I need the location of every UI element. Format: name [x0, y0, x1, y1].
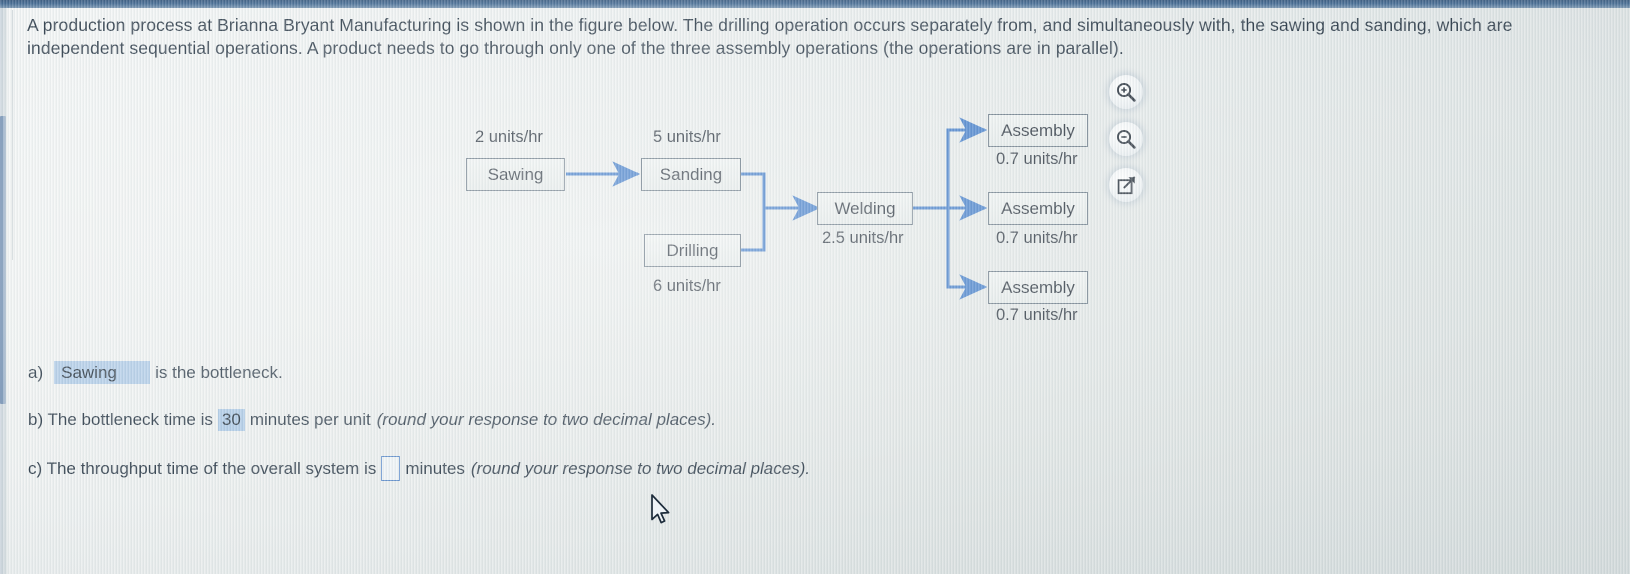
answer-line-b: b) The bottleneck time is 30 minutes per… — [28, 409, 716, 431]
process-box-assembly-2: Assembly — [988, 192, 1088, 225]
answer-a-suffix: is the bottleneck. — [155, 362, 283, 382]
rate-label-assembly-1: 0.7 units/hr — [996, 150, 1078, 168]
popout-button[interactable] — [1109, 168, 1143, 202]
zoom-in-icon — [1116, 82, 1136, 102]
screen-scanline-texture — [0, 0, 1630, 574]
vertical-scrollbar-thumb[interactable] — [0, 116, 6, 404]
process-box-label: Assembly — [1001, 277, 1075, 297]
answer-c-prefix: c) The throughput time of the overall sy… — [28, 458, 377, 478]
answer-a-prefix: a) — [28, 362, 44, 382]
process-box-sawing: Sawing — [466, 158, 565, 191]
window-top-chrome — [0, 0, 1630, 8]
zoom-out-icon — [1116, 129, 1136, 149]
bottleneck-select[interactable]: Sawing — [54, 361, 151, 384]
answer-c-hint: (round your response to two decimal plac… — [470, 458, 811, 478]
answer-b-unit: minutes per unit — [249, 410, 371, 429]
zoom-in-button[interactable] — [1109, 75, 1143, 109]
content-left-rule — [12, 10, 13, 260]
question-text: A production process at Brianna Bryant M… — [27, 15, 1513, 58]
process-box-label: Sawing — [487, 164, 544, 184]
answer-b-hint: (round your response to two decimal plac… — [376, 410, 716, 429]
edge-drilling-to-merge — [741, 208, 766, 252]
process-flow-diagram — [566, 117, 988, 300]
answer-c-unit: minutes — [405, 458, 465, 478]
screen-vignette — [0, 0, 1630, 574]
edge-welding-to-assembly-3 — [946, 208, 988, 300]
process-box-label: Assembly — [1001, 120, 1075, 140]
external-link-icon — [1117, 176, 1135, 194]
throughput-time-input[interactable] — [381, 456, 401, 481]
process-box-drilling: Drilling — [644, 234, 741, 267]
process-box-sanding: Sanding — [641, 158, 741, 191]
rate-label-sanding: 5 units/hr — [653, 128, 721, 146]
bottleneck-time-input[interactable]: 30 — [217, 409, 245, 431]
process-box-label: Sanding — [659, 164, 723, 184]
process-box-assembly-3: Assembly — [988, 271, 1088, 304]
process-box-label: Drilling — [666, 240, 719, 260]
rate-label-sawing: 2 units/hr — [475, 128, 543, 146]
rate-label-assembly-3: 0.7 units/hr — [996, 306, 1078, 324]
process-box-welding: Welding — [817, 192, 913, 225]
mouse-cursor — [651, 494, 670, 524]
rate-label-assembly-2: 0.7 units/hr — [996, 229, 1078, 247]
rate-label-drilling: 6 units/hr — [653, 277, 721, 295]
answer-line-c: c) The throughput time of the overall sy… — [28, 456, 810, 481]
answer-b-prefix: b) The bottleneck time is — [28, 410, 213, 429]
edge-welding-to-assembly-1 — [946, 117, 988, 208]
process-box-assembly-1: Assembly — [988, 114, 1088, 147]
screen: A production process at Brianna Bryant M… — [0, 0, 1630, 574]
process-box-label: Welding — [834, 198, 896, 218]
zoom-out-button[interactable] — [1109, 122, 1143, 156]
rate-label-welding: 2.5 units/hr — [822, 229, 904, 247]
answer-line-a: a) Sawing is the bottleneck. — [28, 361, 283, 384]
edge-sanding-to-merge — [741, 172, 766, 208]
process-box-label: Assembly — [1001, 198, 1075, 218]
